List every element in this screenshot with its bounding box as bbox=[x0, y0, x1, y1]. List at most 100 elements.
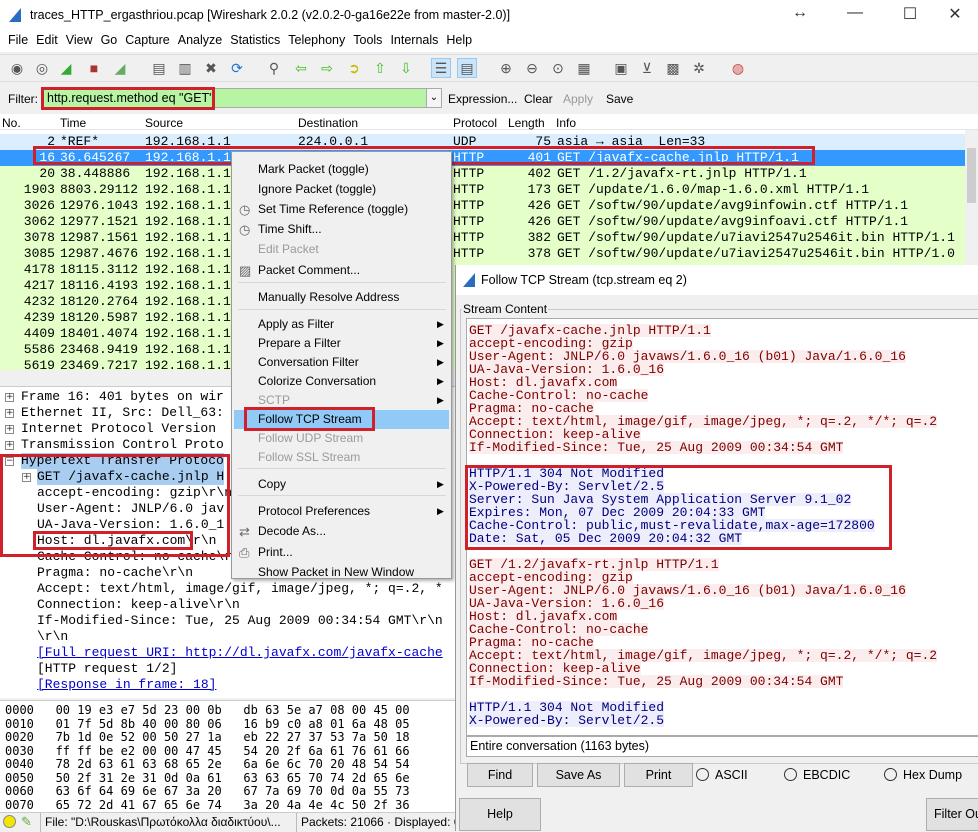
find-button[interactable]: Find bbox=[467, 763, 533, 787]
zoom-out-icon[interactable]: ⊖ bbox=[523, 59, 541, 77]
expand-icon[interactable]: + bbox=[5, 393, 14, 402]
zoom-in-icon[interactable]: ⊕ bbox=[497, 59, 515, 77]
packet-row[interactable]: 3062 12977.1521 192.168.1.1 HTTP 426 GET /sof… bbox=[0, 214, 965, 230]
save-as-button[interactable]: Save As bbox=[537, 763, 620, 787]
preferences-icon[interactable]: ✲ bbox=[690, 59, 708, 77]
packet-row[interactable]: 3078 12987.1561 192.168.1.1 HTTP 382 GET /sof… bbox=[0, 230, 965, 246]
menu-item-follow-ssl-stream[interactable]: Follow SSL Stream bbox=[258, 450, 360, 464]
find-packet-icon[interactable]: ⚲ bbox=[265, 59, 283, 77]
save-file-icon[interactable]: ▥ bbox=[176, 59, 194, 77]
detail-line[interactable]: Pragma: no-cache\r\n bbox=[37, 565, 193, 581]
expand-icon[interactable]: + bbox=[5, 409, 14, 418]
menu-go[interactable]: Go bbox=[97, 30, 122, 47]
column-time[interactable]: Time bbox=[60, 116, 86, 130]
expand-icon[interactable]: + bbox=[5, 425, 14, 434]
detail-line[interactable]: [HTTP request 1/2] bbox=[37, 661, 177, 677]
maximize-button[interactable]: ☐ bbox=[895, 4, 925, 24]
column-source[interactable]: Source bbox=[145, 116, 183, 130]
ebcdic-radio[interactable]: EBCDIC bbox=[784, 768, 850, 782]
packet-row[interactable]: 20 38.448886 192.168.1.1 HTTP 402 GET /1.2/ja… bbox=[0, 166, 965, 182]
menu-item-time-shift[interactable]: Time Shift... bbox=[258, 222, 322, 236]
menu-help[interactable]: Help bbox=[442, 30, 476, 47]
menu-tools[interactable]: Tools bbox=[349, 30, 386, 47]
resize-columns-icon[interactable]: ▦ bbox=[575, 59, 593, 77]
filter-out-button[interactable]: Filter Ou bbox=[926, 798, 978, 831]
detail-line[interactable]: \r\n bbox=[37, 629, 68, 645]
menu-item-show-packet-in-new-window[interactable]: Show Packet in New Window bbox=[258, 565, 414, 579]
menu-item-protocol-preferences[interactable]: Protocol Preferences bbox=[258, 504, 370, 518]
packet-row[interactable]: 1903 8803.29112 192.168.1.1 HTTP 173 GET /upd… bbox=[0, 182, 965, 198]
menu-item-prepare-a-filter[interactable]: Prepare a Filter bbox=[258, 336, 341, 350]
detail-line[interactable]: Ethernet II, Src: Dell_63: bbox=[21, 405, 224, 421]
first-packet-icon[interactable]: ⇧ bbox=[371, 59, 389, 77]
menu-item-ignore-packet-toggle[interactable]: Ignore Packet (toggle) bbox=[258, 182, 376, 196]
menu-item-apply-as-filter[interactable]: Apply as Filter bbox=[258, 317, 334, 331]
menu-item-edit-packet[interactable]: Edit Packet bbox=[258, 242, 319, 256]
menu-item-sctp[interactable]: SCTP bbox=[258, 393, 290, 407]
detail-line[interactable]: Internet Protocol Version bbox=[21, 421, 224, 437]
clear-button[interactable]: Clear bbox=[524, 92, 553, 106]
menu-view[interactable]: View bbox=[62, 30, 97, 47]
save-filter-button[interactable]: Save bbox=[606, 92, 633, 106]
close-file-icon[interactable]: ✖ bbox=[202, 59, 220, 77]
menu-telephony[interactable]: Telephony bbox=[284, 30, 349, 47]
conversation-select[interactable]: Entire conversation (1163 bytes) bbox=[466, 736, 978, 757]
menu-item-colorize-conversation[interactable]: Colorize Conversation bbox=[258, 374, 376, 388]
filter-dropdown-chevron-icon[interactable]: ⌄ bbox=[426, 88, 442, 108]
open-file-icon[interactable]: ▤ bbox=[150, 59, 168, 77]
go-to-packet-icon[interactable]: ➲ bbox=[345, 59, 363, 77]
detail-line[interactable]: [Response in frame: 18] bbox=[37, 677, 216, 693]
detail-line[interactable]: [Full request URI: http://dl.javafx.com/… bbox=[37, 645, 443, 661]
menu-item-copy[interactable]: Copy bbox=[258, 477, 286, 491]
column-protocol[interactable]: Protocol bbox=[453, 116, 497, 130]
menu-internals[interactable]: Internals bbox=[386, 30, 442, 47]
normal-size-icon[interactable]: ⊙ bbox=[549, 59, 567, 77]
help-icon[interactable]: ◍ bbox=[729, 59, 747, 77]
interface-list-icon[interactable]: ◉ bbox=[8, 59, 26, 77]
menu-analyze[interactable]: Analyze bbox=[174, 30, 226, 47]
menu-edit[interactable]: Edit bbox=[32, 30, 62, 47]
menu-capture[interactable]: Capture bbox=[121, 30, 173, 47]
menu-item-follow-tcp-stream[interactable]: Follow TCP Stream bbox=[258, 412, 362, 426]
menu-item-set-time-reference-toggle[interactable]: Set Time Reference (toggle) bbox=[258, 202, 408, 216]
detail-line[interactable]: Connection: keep-alive\r\n bbox=[37, 597, 240, 613]
hex-dump-radio[interactable]: Hex Dump bbox=[884, 768, 962, 782]
menu-item-mark-packet-toggle[interactable]: Mark Packet (toggle) bbox=[258, 162, 369, 176]
minimize-button[interactable]: — bbox=[840, 4, 870, 22]
column-no[interactable]: No. bbox=[2, 116, 21, 130]
menu-item-conversation-filter[interactable]: Conversation Filter bbox=[258, 355, 359, 369]
go-forward-icon[interactable]: ⇨ bbox=[318, 59, 336, 77]
print-button[interactable]: Print bbox=[624, 763, 693, 787]
apply-button[interactable]: Apply bbox=[563, 92, 593, 106]
detail-line[interactable]: Accept: text/html, image/gif, image/jpeg… bbox=[37, 581, 443, 597]
expression-button[interactable]: Expression... bbox=[448, 92, 517, 106]
ascii-radio[interactable]: ASCII bbox=[696, 768, 748, 782]
column-destination[interactable]: Destination bbox=[298, 116, 358, 130]
stop-capture-icon[interactable]: ■ bbox=[85, 59, 103, 77]
menu-statistics[interactable]: Statistics bbox=[226, 30, 284, 47]
menu-file[interactable]: File bbox=[4, 30, 32, 47]
detail-line[interactable]: If-Modified-Since: Tue, 25 Aug 2009 00:3… bbox=[37, 613, 443, 629]
last-packet-icon[interactable]: ⇩ bbox=[397, 59, 415, 77]
expand-icon[interactable]: + bbox=[5, 441, 14, 450]
reload-icon[interactable]: ⟳ bbox=[228, 59, 246, 77]
start-capture-icon[interactable]: ◢ bbox=[57, 59, 75, 77]
help-button[interactable]: Help bbox=[459, 798, 541, 831]
menu-item-decode-as[interactable]: Decode As... bbox=[258, 524, 326, 538]
restart-capture-icon[interactable]: ◢ bbox=[111, 59, 129, 77]
capture-filters-icon[interactable]: ▣ bbox=[612, 59, 630, 77]
menu-item-follow-udp-stream[interactable]: Follow UDP Stream bbox=[258, 431, 363, 445]
expert-info-icon[interactable] bbox=[3, 815, 16, 828]
packet-row[interactable]: 3085 12987.4676 192.168.1.1 HTTP 378 GET /sof… bbox=[0, 246, 965, 262]
auto-scroll-icon[interactable]: ▤ bbox=[457, 58, 477, 78]
capture-options-icon[interactable]: ◎ bbox=[33, 59, 51, 77]
capture-comment-icon[interactable]: ✎ bbox=[21, 814, 32, 830]
packet-bytes-hex[interactable]: 0000 00 19 e3 e7 5d 23 00 0b db 63 5e a7… bbox=[0, 700, 455, 812]
go-back-icon[interactable]: ⇦ bbox=[292, 59, 310, 77]
menu-item-manually-resolve-address[interactable]: Manually Resolve Address bbox=[258, 290, 399, 304]
column-length[interactable]: Length bbox=[508, 116, 545, 130]
menu-item-print[interactable]: Print... bbox=[258, 545, 293, 559]
coloring-rules-icon[interactable]: ▩ bbox=[664, 59, 682, 77]
menu-item-packet-comment[interactable]: Packet Comment... bbox=[258, 263, 360, 277]
close-button[interactable]: ✕ bbox=[940, 4, 970, 24]
